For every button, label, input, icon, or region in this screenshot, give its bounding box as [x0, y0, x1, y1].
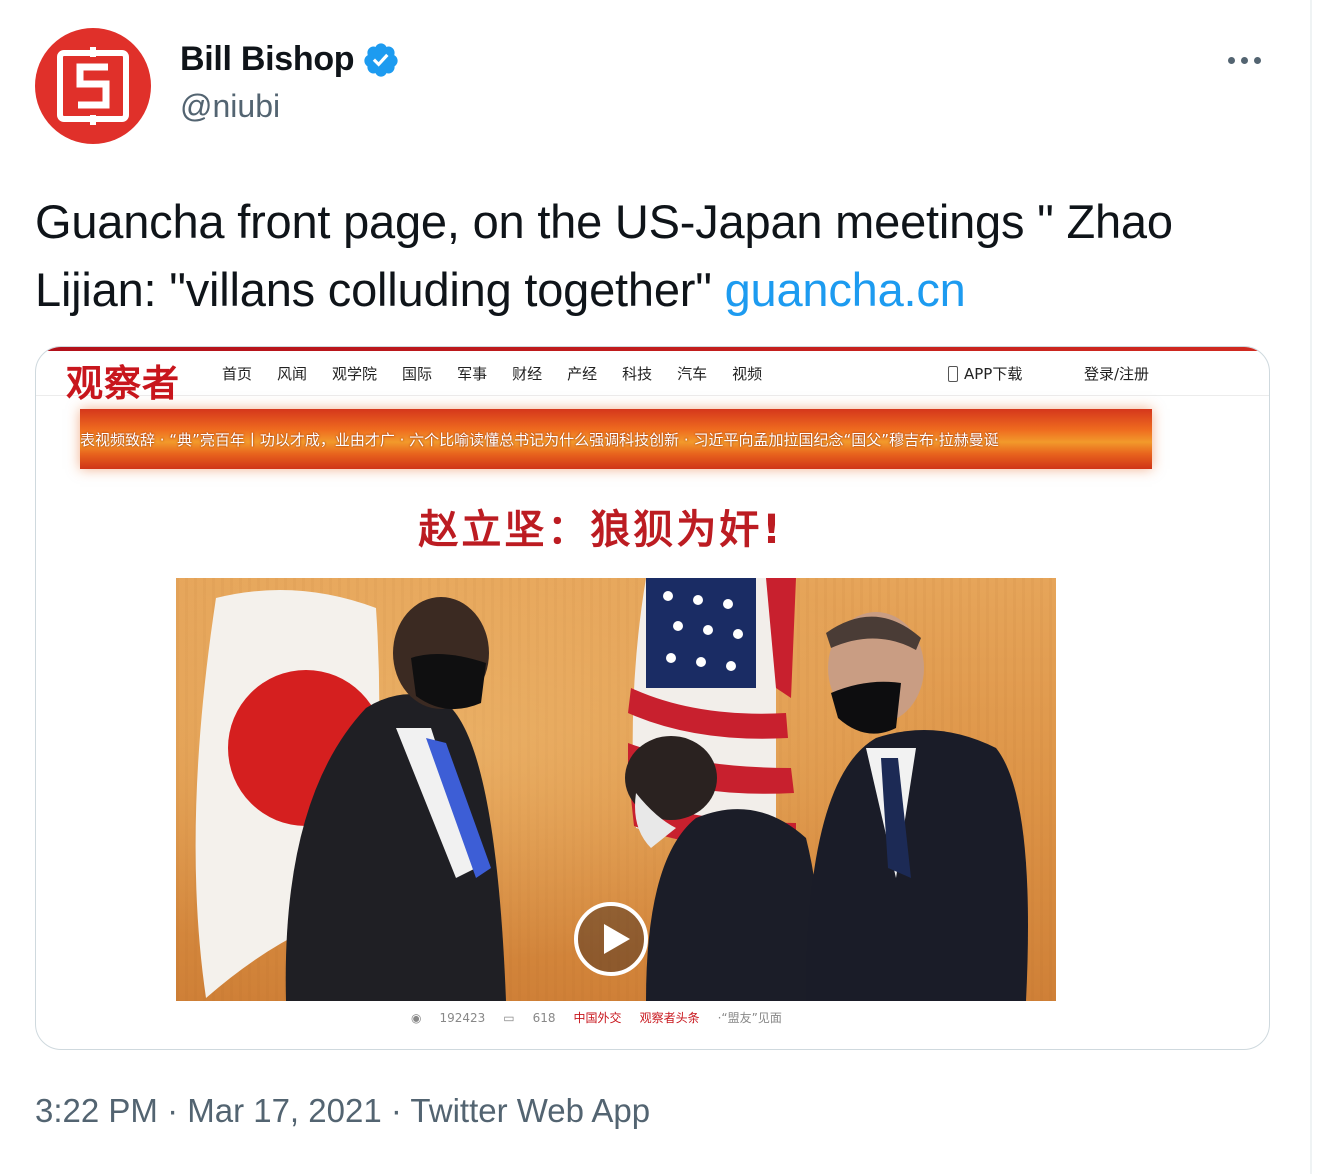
- site-nav-item: 科技: [622, 365, 653, 383]
- handle[interactable]: @niubi: [180, 88, 280, 125]
- ticker-text: 表视频致辞 · “典”亮百年丨功以才成，业由才广 · 六个比喻读懂总书记为什么强…: [80, 431, 999, 449]
- more-dot: [1228, 56, 1235, 64]
- site-nav-item: 首页: [222, 365, 253, 383]
- column-divider: [1310, 0, 1312, 1174]
- eye-icon: ◉: [411, 1010, 422, 1025]
- site-nav-items: 首页 风闻 观学院 国际 军事 财经 产经 科技 汽车 视频: [222, 363, 787, 384]
- author-name-row: Bill Bishop: [180, 40, 400, 79]
- views-count: 192423: [439, 1010, 486, 1025]
- tweet-body: Guancha front page, on the US-Japan meet…: [35, 195, 1173, 316]
- site-nav-item: 财经: [512, 365, 543, 383]
- site-nav-item: 军事: [457, 365, 488, 383]
- related-text: ·“盟友”见面: [717, 1011, 782, 1025]
- more-dot: [1254, 56, 1261, 64]
- site-nav-item: 风闻: [277, 365, 308, 383]
- site-news-ticker: 表视频致辞 · “典”亮百年丨功以才成，业由才广 · 六个比喻读懂总书记为什么强…: [80, 409, 1152, 469]
- site-nav-item: 汽车: [677, 365, 708, 383]
- site-app-download: APP下载: [948, 363, 1022, 384]
- comment-icon: ▭: [503, 1010, 515, 1025]
- tag: 中国外交: [573, 1011, 622, 1025]
- phone-icon: [948, 365, 958, 382]
- site-nav-item: 观学院: [332, 365, 378, 383]
- guancha-logo-icon: [57, 47, 129, 125]
- site-meta-row: ◉ 192423 ▭ 618 中国外交 观察者头条 ·“盟友”见面: [411, 1009, 782, 1026]
- app-download-label: APP下载: [964, 365, 1023, 383]
- more-options-icon[interactable]: [1228, 52, 1270, 68]
- site-logo: 观察者: [66, 361, 180, 405]
- tweet-timestamp[interactable]: 3:22 PM · Mar 17, 2021 · Twitter Web App: [35, 1092, 650, 1130]
- site-nav-bar: 观察者 首页 风闻 观学院 国际 军事 财经 产经 科技 汽车 视频 APP下载…: [36, 351, 1269, 405]
- more-dot: [1241, 56, 1248, 64]
- tweet-link[interactable]: guancha.cn: [725, 263, 966, 316]
- site-nav-item: 产经: [567, 365, 598, 383]
- comments-count: 618: [532, 1010, 556, 1025]
- site-nav-item: 视频: [732, 365, 763, 383]
- tag: 观察者头条: [639, 1011, 700, 1025]
- site-nav-item: 国际: [402, 365, 433, 383]
- tweet-text: Guancha front page, on the US-Japan meet…: [35, 188, 1275, 324]
- verified-badge-icon: [364, 42, 398, 77]
- site-headline: 赵立坚：狼狈为奸!: [418, 507, 784, 553]
- media-card[interactable]: 观察者 首页 风闻 观学院 国际 军事 财经 产经 科技 汽车 视频 APP下载…: [35, 346, 1270, 1050]
- news-photo: [176, 578, 1056, 1001]
- site-login: 登录/注册: [1084, 365, 1150, 383]
- display-name[interactable]: Bill Bishop: [180, 40, 355, 79]
- avatar[interactable]: [35, 28, 151, 144]
- play-icon[interactable]: [574, 902, 648, 976]
